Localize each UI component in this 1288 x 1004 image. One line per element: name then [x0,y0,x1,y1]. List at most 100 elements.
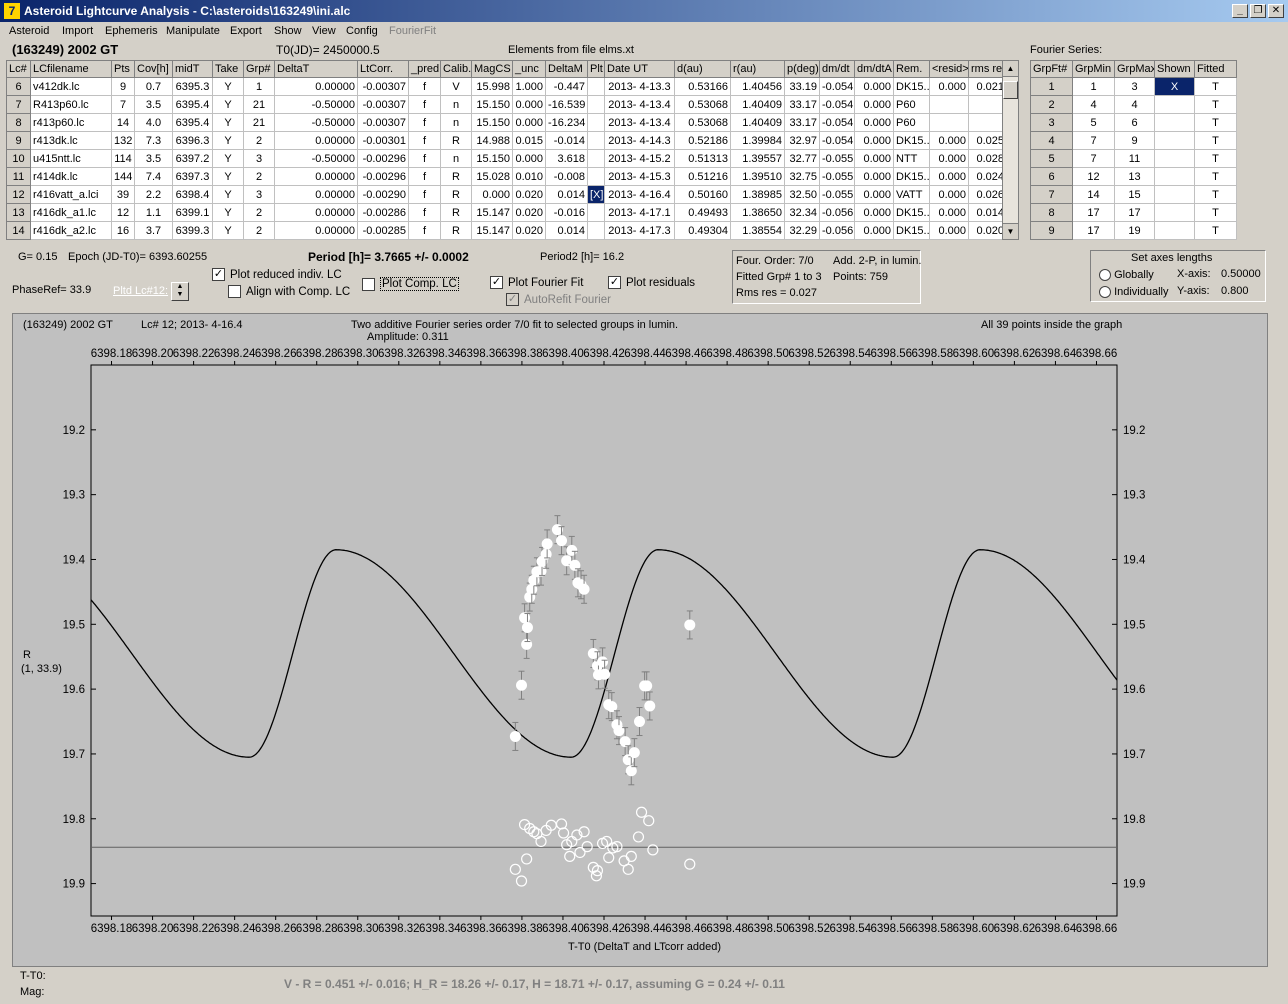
fourier-cell[interactable]: 11 [1114,149,1155,168]
lc-cell[interactable]: -0.00286 [357,203,409,222]
lc-cell[interactable]: 3 [243,185,275,204]
lc-cell[interactable]: 0.000 [929,221,969,240]
fourier-row-number[interactable]: 5 [1030,149,1073,168]
lc-col-header[interactable]: Grp# [243,60,275,78]
lc-cell[interactable]: 0.00000 [274,131,358,150]
fourier-cell[interactable] [1154,131,1195,150]
lc-cell[interactable]: 6399.3 [172,221,213,240]
lc-cell[interactable]: 0.000 [929,77,969,96]
fourier-row-number[interactable]: 9 [1030,221,1073,240]
lc-cell[interactable]: R [440,203,472,222]
lc-cell[interactable]: 144 [111,167,135,186]
lc-table-row[interactable]: 8 r413p60.lc 14 4.0 6395.4 Y 21 -0.50000 -0.0030… [6,113,1007,132]
lc-cell[interactable]: 3.7 [134,221,173,240]
lc-cell[interactable]: 0.53068 [674,113,731,132]
menu-import[interactable]: Import [62,25,93,37]
lc-row-number[interactable]: 12 [6,185,31,204]
lightcurve-plot[interactable]: (163249) 2002 GT Lc# 12; 2013- 4-16.4 Tw… [12,313,1268,967]
lc-cell[interactable]: 0.52186 [674,131,731,150]
fourier-col-header[interactable]: Shown [1154,60,1195,78]
lc-col-header[interactable]: <resid> [929,60,969,78]
lc-cell[interactable]: f [408,77,441,96]
lc-cell[interactable]: 12 [111,203,135,222]
lc-cell[interactable]: DK15.. [893,221,930,240]
fourier-cell[interactable]: T [1194,113,1237,132]
individually-radio[interactable]: Individually [1099,286,1168,299]
lc-cell[interactable]: 1.40409 [730,95,785,114]
lc-cell[interactable]: 0.51216 [674,167,731,186]
lc-cell[interactable]: 0.015 [512,131,546,150]
lc-cell[interactable]: 1 [243,77,275,96]
fourier-row-number[interactable]: 4 [1030,131,1073,150]
table-scrollbar[interactable]: ▲ ▼ [1002,60,1019,240]
plot-fourier-checkbox[interactable]: ✓ Plot Fourier Fit [490,276,583,289]
lc-cell[interactable]: 7.4 [134,167,173,186]
lc-cell[interactable]: -0.054 [819,95,855,114]
lc-cell[interactable]: -0.00307 [357,113,409,132]
fourier-cell[interactable] [1154,185,1195,204]
lc-table-row[interactable]: 7 R413p60.lc 7 3.5 6395.4 Y 21 -0.50000 -0.00307… [6,95,1007,114]
fourier-table-row[interactable]: 9 17 19 T [1030,221,1237,240]
lc-cell[interactable]: 0.000 [929,203,969,222]
fourier-row-number[interactable]: 3 [1030,113,1073,132]
lc-cell[interactable]: Y [212,113,244,132]
lc-cell[interactable]: 39 [111,185,135,204]
lc-cell[interactable]: -0.00290 [357,185,409,204]
lc-cell[interactable]: 32.34 [784,203,820,222]
lc-col-header[interactable]: Lc# [6,60,31,78]
lc-cell[interactable]: DK15.. [893,167,930,186]
lc-cell[interactable]: 0.000 [854,113,894,132]
pltd-lc-label[interactable]: Pltd Lc#12: [113,285,168,297]
lc-cell[interactable]: 32.97 [784,131,820,150]
lc-cell[interactable]: 2 [243,203,275,222]
lc-cell[interactable]: 0.000 [512,149,546,168]
fourier-cell[interactable] [1154,149,1195,168]
lc-cell[interactable] [587,95,605,114]
lc-cell[interactable]: 2013- 4-17.1 [604,203,675,222]
lc-cell[interactable]: 32.50 [784,185,820,204]
menu-export[interactable]: Export [230,25,262,37]
lc-cell[interactable]: 0.000 [929,167,969,186]
lc-cell[interactable]: n [440,149,472,168]
lc-cell[interactable]: 0.49304 [674,221,731,240]
fourier-table-row[interactable]: 356 T [1030,113,1237,132]
lc-cell[interactable]: 2 [243,221,275,240]
menu-ephemeris[interactable]: Ephemeris [105,25,158,37]
lc-cell[interactable] [929,113,969,132]
chart-svg[interactable]: 6398.186398.186398.206398.206398.226398.… [13,314,1269,968]
fourier-col-header[interactable]: GrpFt# [1030,60,1073,78]
lc-cell[interactable]: 0.026 [968,185,1007,204]
lc-cell[interactable]: 2013- 4-15.2 [604,149,675,168]
fourier-row-number[interactable]: 6 [1030,167,1073,186]
lc-col-header[interactable]: LCfilename [30,60,112,78]
fourier-cell[interactable] [1154,203,1195,222]
lc-cell[interactable]: P60 [893,113,930,132]
lc-cell[interactable]: 2013- 4-16.4 [604,185,675,204]
lc-cell[interactable]: 2013- 4-14.3 [604,131,675,150]
fourier-cell[interactable]: 12 [1072,167,1115,186]
lc-cell[interactable]: f [408,185,441,204]
lc-cell[interactable]: 1.39984 [730,131,785,150]
lc-cell[interactable]: 32.77 [784,149,820,168]
lc-table-row[interactable]: 9 r413dk.lc 132 7.3 6396.3 Y 2 0.00000 -0.00301 f… [6,131,1007,150]
lc-col-header[interactable]: Pts [111,60,135,78]
lc-cell[interactable]: n [440,95,472,114]
lc-cell[interactable]: 32.29 [784,221,820,240]
lc-cell[interactable]: -0.054 [819,77,855,96]
lc-cell[interactable]: 0.000 [854,149,894,168]
lc-col-header[interactable]: DeltaM [545,60,588,78]
lc-cell[interactable]: 0.53166 [674,77,731,96]
lc-cell[interactable]: R413p60.lc [30,95,112,114]
lc-table-row[interactable]: 13 r416dk_a1.lc 12 1.1 6399.1 Y 2 0.00000 -0.002… [6,203,1007,222]
lc-row-number[interactable]: 7 [6,95,31,114]
scroll-thumb[interactable] [1003,81,1018,99]
fourier-cell[interactable]: 15 [1114,185,1155,204]
lc-cell[interactable]: 2 [243,131,275,150]
lc-cell[interactable]: R [440,131,472,150]
lc-cell[interactable]: 0.000 [854,77,894,96]
lc-cell[interactable]: r413dk.lc [30,131,112,150]
lc-col-header[interactable]: p(deg) [784,60,820,78]
lc-cell[interactable]: r416dk_a1.lc [30,203,112,222]
lc-cell[interactable]: 0.020 [512,221,546,240]
close-button[interactable]: ✕ [1268,4,1284,18]
